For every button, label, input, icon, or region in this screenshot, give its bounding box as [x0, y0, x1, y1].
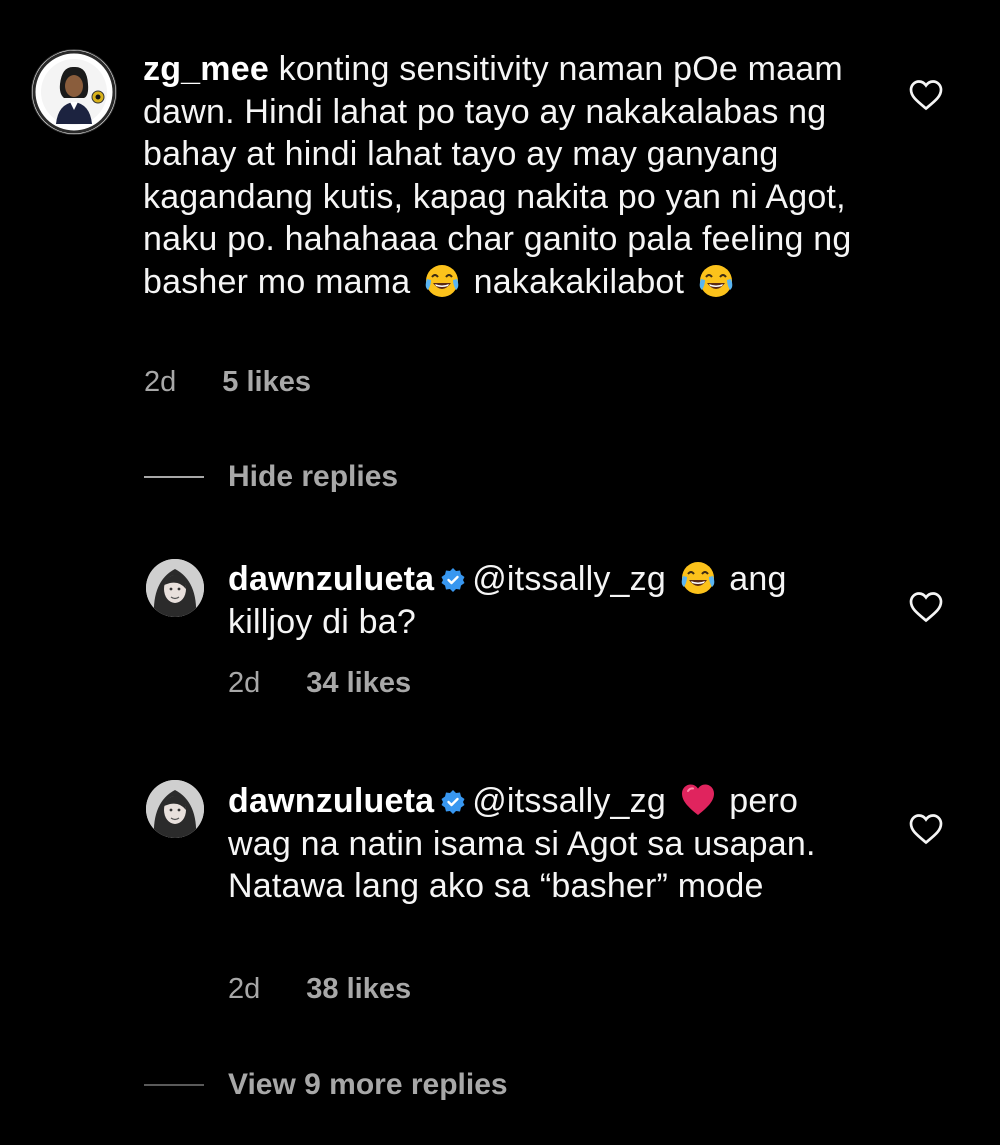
reply-avatar[interactable] [146, 559, 204, 617]
divider-line [144, 476, 204, 478]
divider-line [144, 1084, 204, 1086]
reply-meta: 2d 38 likes [228, 973, 411, 1006]
comment-username[interactable]: zg_mee [143, 50, 269, 88]
like-heart-icon[interactable] [908, 78, 944, 112]
reply-username[interactable]: dawnzulueta [228, 782, 434, 820]
comment-body: zg_mee konting sensitivity naman pOe maa… [143, 48, 863, 303]
reply-body: dawnzulueta @itssally_zg pero wag na nat… [228, 780, 868, 908]
view-more-replies-button[interactable]: View 9 more replies [144, 1068, 508, 1102]
face-with-tears-of-joy-icon [425, 264, 459, 297]
reply-mention[interactable]: @itssally_zg [472, 560, 666, 598]
profile-photo-icon [146, 559, 204, 617]
comment-text-tail: nakakakilabot [464, 262, 685, 301]
verified-badge-icon [441, 790, 465, 814]
verified-badge-icon [441, 568, 465, 592]
reply-body: dawnzulueta @itssally_zg ang killjoy di … [228, 558, 868, 643]
reply-likes[interactable]: 34 likes [306, 667, 411, 700]
profile-photo-icon [32, 50, 116, 134]
reply-username[interactable]: dawnzulueta [228, 560, 434, 598]
red-heart-icon [681, 784, 714, 815]
face-with-tears-of-joy-icon [681, 562, 714, 594]
reply-meta: 2d 34 likes [228, 667, 411, 700]
hide-replies-button[interactable]: Hide replies [144, 460, 398, 494]
reply-time: 2d [228, 973, 261, 1005]
like-heart-icon[interactable] [908, 590, 944, 624]
comment-meta: 2d 5 likes [144, 366, 311, 399]
view-more-replies-label: View 9 more replies [228, 1068, 508, 1101]
commenter-avatar[interactable] [32, 50, 116, 134]
comment-likes[interactable]: 5 likes [222, 366, 311, 399]
comment-time: 2d [144, 366, 177, 398]
like-heart-icon[interactable] [908, 812, 944, 846]
hide-replies-label: Hide replies [228, 460, 399, 493]
profile-photo-icon [146, 780, 204, 838]
face-with-tears-of-joy-icon [699, 264, 733, 297]
reply-time: 2d [228, 667, 261, 699]
reply-mention[interactable]: @itssally_zg [472, 782, 666, 820]
reply-likes[interactable]: 38 likes [306, 973, 411, 1006]
reply-avatar[interactable] [146, 780, 204, 838]
